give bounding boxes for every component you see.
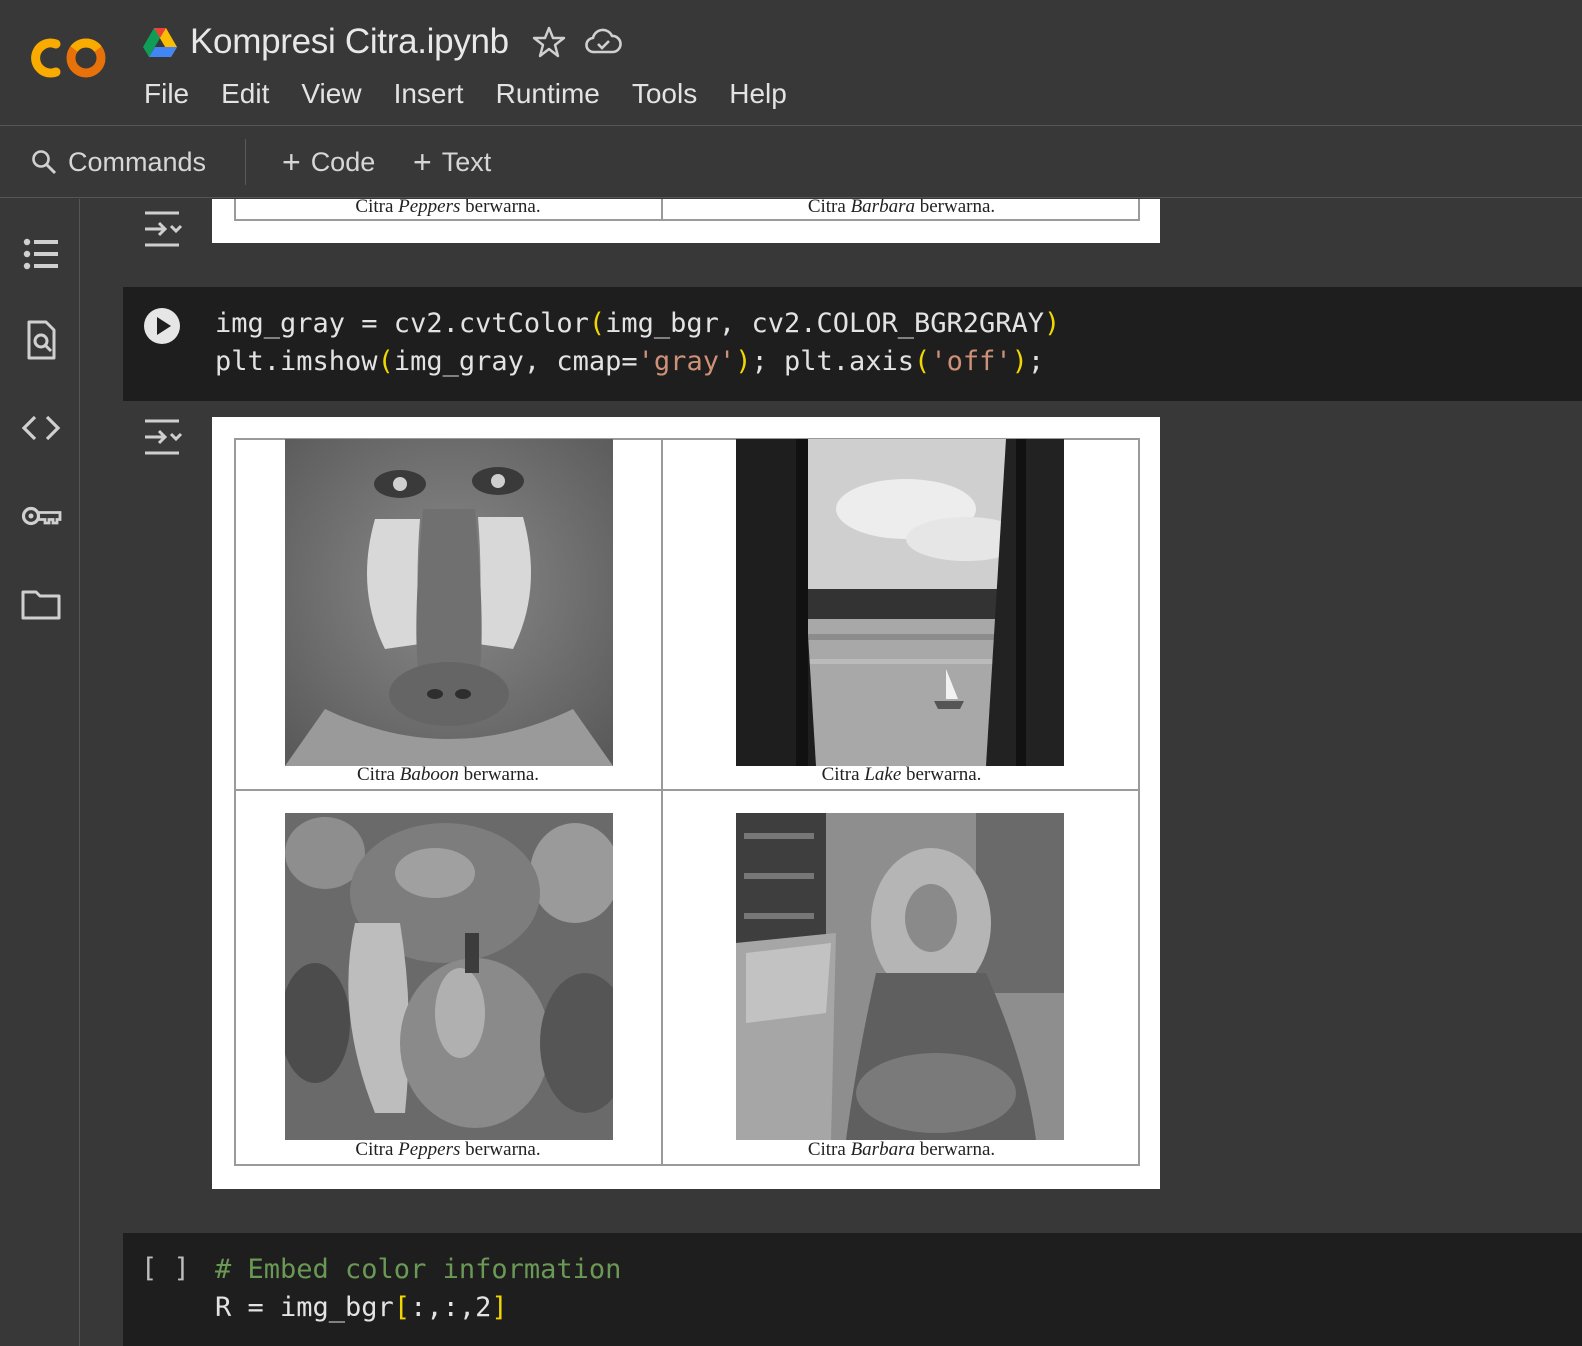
toolbar: Commands + Code + Text <box>0 127 1582 198</box>
code-editor[interactable]: img_gray = cv2.cvtColor(img_bgr, cv2.COL… <box>215 305 1060 381</box>
commands-button[interactable]: Commands <box>30 147 206 178</box>
previous-cell-output: Citra Peppers berwarna. Citra Barbara be… <box>212 199 1160 243</box>
plus-icon: + <box>282 143 301 180</box>
image-barbara <box>736 813 1064 1140</box>
add-code-cell-button[interactable]: + Code <box>282 144 375 181</box>
code-line-1: img_gray = cv2.cvtColor(img_bgr, cv2.COL… <box>215 308 1061 339</box>
menu-file[interactable]: File <box>144 78 189 110</box>
caption-baboon: Citra Baboon berwarna. <box>356 764 540 785</box>
table-of-contents-icon[interactable] <box>20 233 62 275</box>
google-drive-icon[interactable] <box>142 26 178 58</box>
notebook-area[interactable]: Citra Peppers berwarna. Citra Barbara be… <box>81 199 1582 1346</box>
menu-help[interactable]: Help <box>729 78 787 110</box>
code-editor[interactable]: # Embed color information R = img_bgr[:,:… <box>215 1251 621 1327</box>
menu-bar: File Edit View Insert Runtime Tools Help <box>144 78 819 110</box>
title-row: Kompresi Citra.ipynb <box>142 20 623 64</box>
menu-runtime[interactable]: Runtime <box>496 78 600 110</box>
cloud-saved-icon[interactable] <box>583 24 623 60</box>
menu-view[interactable]: View <box>301 78 361 110</box>
menu-tools[interactable]: Tools <box>632 78 697 110</box>
image-baboon <box>285 439 613 766</box>
toolbar-divider <box>245 139 246 185</box>
code-line-1: # Embed color information <box>215 1254 622 1285</box>
add-text-label: Text <box>441 146 492 177</box>
add-code-label: Code <box>310 146 376 177</box>
code-line-2: R = img_bgr[:,:,2] <box>215 1292 508 1323</box>
run-cell-button[interactable] <box>143 307 181 345</box>
execution-count-indicator[interactable]: [ ] <box>141 1253 190 1284</box>
find-replace-icon[interactable] <box>20 319 62 361</box>
grayscale-image-output: Citra Baboon berwarna. Citra Lake berwar… <box>212 417 1160 1189</box>
notebook-title[interactable]: Kompresi Citra.ipynb <box>190 22 509 62</box>
plus-icon: + <box>413 143 432 180</box>
caption-barbara-top: Citra Barbara berwarna. <box>807 199 996 217</box>
search-icon <box>32 150 57 175</box>
add-text-cell-button[interactable]: + Text <box>413 144 491 181</box>
files-folder-icon[interactable] <box>20 583 62 625</box>
star-icon[interactable] <box>531 24 567 60</box>
code-cell-grayscale[interactable]: img_gray = cv2.cvtColor(img_bgr, cv2.COL… <box>123 287 1582 401</box>
output-toggle-icon[interactable] <box>141 209 185 249</box>
image-lake <box>736 439 1064 766</box>
code-line-2: plt.imshow(img_gray, cmap='gray'); plt.a… <box>215 346 1045 377</box>
app-header: Kompresi Citra.ipynb File Edit View Inse… <box>0 0 1582 126</box>
caption-peppers: Citra Peppers berwarna. <box>355 1139 541 1160</box>
code-cell-embed-color[interactable]: [ ] # Embed color information R = img_bgr… <box>123 1233 1582 1346</box>
caption-lake: Citra Lake berwarna. <box>821 764 982 785</box>
grid-divider <box>661 438 663 1166</box>
caption-peppers-top: Citra Peppers berwarna. <box>355 199 541 217</box>
menu-edit[interactable]: Edit <box>221 78 269 110</box>
caption-barbara: Citra Barbara berwarna. <box>807 1139 996 1160</box>
menu-insert[interactable]: Insert <box>394 78 464 110</box>
commands-label: Commands <box>68 146 207 177</box>
output-toggle-icon[interactable] <box>141 417 185 457</box>
secrets-key-icon[interactable] <box>20 495 62 537</box>
image-peppers <box>285 813 613 1140</box>
colab-logo[interactable] <box>26 30 112 86</box>
code-snippets-icon[interactable] <box>20 407 62 449</box>
grid-divider <box>234 789 1140 791</box>
left-sidebar <box>0 199 80 1346</box>
